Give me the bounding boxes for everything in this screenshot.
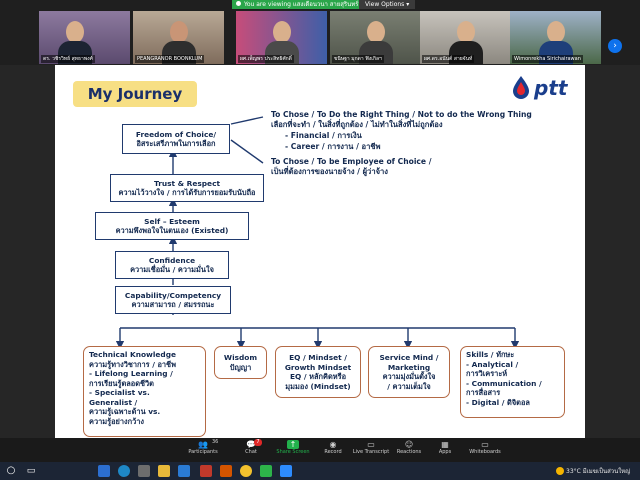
share-dot-icon [236,1,241,6]
search-icon[interactable]: ▭ [25,465,37,477]
wisdom-box: Wisdom ปัญญา [214,346,267,379]
whiteboards-button[interactable]: ▭ Whiteboards [460,439,510,461]
shared-screen-area: My Journey ptt Freedom of Choice/ อิสระเ… [0,65,640,438]
smile-icon: ☺ [404,440,414,449]
slide-title: My Journey [73,81,197,107]
slide: My Journey ptt Freedom of Choice/ อิสระเ… [55,65,585,438]
powerpoint-icon[interactable] [220,465,232,477]
chat-badge: 7 [254,439,262,446]
participant-tile[interactable]: Wimonrekha Sirichairawan [510,11,601,64]
participant-name: ดร. วชิรวิทย์ สุทธาพงศ์ [41,55,95,63]
cc-icon: ▭ [367,440,375,449]
participants-count: 36 [212,439,219,445]
record-icon: ◉ [329,440,337,449]
mail-icon[interactable] [178,465,190,477]
ptt-logo-text: ptt [534,76,568,100]
next-page-arrow-icon[interactable]: › [608,39,622,53]
ptt-logo: ptt [509,73,579,103]
trust-respect-box: Trust & Respect ความไว้วางใจ / การได้รับ… [110,174,264,202]
skills-box: Skills / ทักษะ - Analytical / การวิเคราะ… [460,346,565,418]
note-career: - Career / การงาน / อาชีพ [285,142,381,151]
line-icon[interactable] [260,465,272,477]
participant-tile[interactable]: ขนิษฐา มุกดา ฟิงเกิลฯ [330,11,421,64]
participant-name: ขนิษฐา มุกดา ฟิงเกิลฯ [332,55,384,63]
participant-name: PEANGRANOR BOONKLUM [135,55,205,63]
note-right-thing-thai: เลือกที่จะทำ / ในสิ่งที่ถูกต้อง / ไม่ทำใ… [271,120,443,129]
task-view-icon[interactable] [98,465,110,477]
weather-widget[interactable]: 33°C มีเมฆเป็นส่วนใหญ่ [556,466,630,476]
acrobat-icon[interactable] [200,465,212,477]
participants-button[interactable]: 👥 36 Participants [178,439,228,461]
confidence-box: Confidence ความเชื่อมั่น / ความมั่นใจ [115,251,229,279]
self-esteem-box: Self – Esteem ความพึงพอใจในตนเอง (Existe… [95,212,249,240]
zoom-icon[interactable] [280,465,292,477]
sun-icon [556,467,564,475]
edge-browser-icon[interactable] [118,465,130,477]
meeting-toolbar: 👥 36 Participants 💬 7 Chat ↑ Share Scree… [0,438,640,462]
chrome-icon[interactable] [240,465,252,477]
participant-name: ผศ.เพ็ญพร ประสิทธิศักดิ์ [238,55,294,63]
whiteboard-icon: ▭ [481,440,489,449]
participant-tile[interactable]: ดร. วชิรวิทย์ สุทธาพงศ์ [39,11,130,64]
file-explorer-icon[interactable] [158,465,170,477]
os-taskbar: ○ ▭ 33°C มีเมฆเป็นส่วนใหญ่ [0,462,640,480]
capability-competency-box: Capability/Competency ความสามารถ / สมรรถ… [115,286,231,314]
participant-tile[interactable]: PEANGRANOR BOONKLUM [133,11,224,64]
technical-knowledge-box: Technical Knowledge ความรู้ทางวิชาการ / … [83,346,206,437]
participant-tile[interactable]: ผศ.เพ็ญพร ประสิทธิศักดิ์ [236,11,327,64]
ptt-drop-icon [513,76,529,99]
participants-icon: 👥 [198,440,208,449]
note-right-thing: To Chose / To Do the Right Thing / Not t… [271,110,532,119]
participant-strip: ดร. วชิรวิทย์ สุทธาพงศ์ PEANGRANOR BOONK… [0,10,640,65]
note-employee-choice-thai: เป็นที่ต้องการของนายจ้าง / ผู้ว่าจ้าง [271,167,388,176]
freedom-of-choice-box: Freedom of Choice/ อิสระเสรีภาพในการเลือ… [122,124,230,154]
service-mind-box: Service Mind / Marketing ความมุ่งมั่นตั้… [368,346,450,398]
participant-tile[interactable]: ผศ.ดร.อนันต์ สายจันท์ [420,11,511,64]
start-button-icon[interactable]: ○ [5,465,17,477]
apps-icon: ▦ [441,440,449,449]
view-options-button[interactable]: View Options ▾ [359,0,416,9]
participant-name: Wimonrekha Sirichairawan [512,55,583,63]
eq-mindset-box: EQ / Mindset / Growth Mindset EQ / หลักค… [275,346,361,398]
app-icon[interactable] [138,465,150,477]
note-financial: - Financial / การเงิน [285,131,362,140]
participant-name: ผศ.ดร.อนันต์ สายจันท์ [422,55,475,63]
share-screen-icon: ↑ [287,440,299,449]
screen-share-banner: You are viewing แสงเดือนวนา สายสุรินทร์'… [0,0,640,10]
note-employee-choice: To Chose / To be Employee of Choice / [271,157,432,166]
